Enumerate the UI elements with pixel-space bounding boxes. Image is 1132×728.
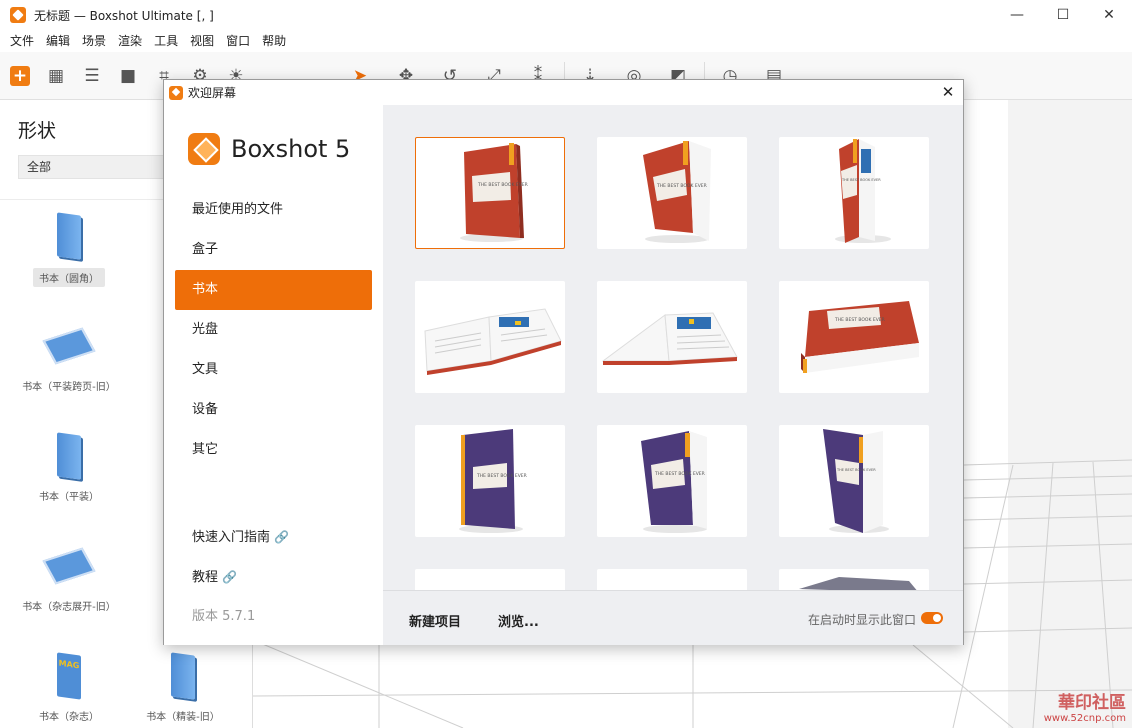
template-gallery: THE BEST BOOK EVER THE BEST BOOK EVER TH…	[383, 105, 963, 645]
shape-item[interactable]: 书本（精装-旧）	[128, 650, 238, 723]
nav-books[interactable]: 书本	[175, 270, 372, 310]
shape-item[interactable]: 书本（杂志展开-旧）	[14, 540, 124, 613]
shape-item[interactable]: 书本（平装）	[14, 430, 124, 503]
cover-text: THE BEST BOOK EVER	[477, 182, 528, 188]
app-logo-icon	[10, 7, 26, 23]
tutorials-link[interactable]: 教程 🔗	[192, 566, 237, 585]
dialog-titlebar: 欢迎屏幕 ✕	[164, 80, 963, 105]
book-rounded-icon	[49, 210, 89, 262]
nav-discs[interactable]: 光盘	[175, 310, 372, 350]
nav-recent-files[interactable]: 最近使用的文件	[175, 190, 372, 230]
show-on-startup-label: 在启动时显示此窗口	[807, 613, 916, 627]
book-red-angle-icon: THE BEST BOOK EVER	[643, 141, 711, 243]
watermark-url: www.52cnp.com	[1043, 713, 1126, 724]
template-tile[interactable]: THE BEST BOOK EVER	[415, 425, 565, 537]
menu-file[interactable]: 文件	[4, 30, 40, 52]
cover-text: THE BEST BOOK EVER	[834, 317, 885, 323]
dialog-logo-icon	[169, 85, 183, 100]
template-tile[interactable]	[415, 281, 565, 393]
shape-item[interactable]: MAG 书本（杂志）	[14, 650, 124, 723]
nav-devices[interactable]: 设备	[175, 390, 372, 430]
brand-name: Boxshot 5	[231, 135, 351, 163]
book-paperback-icon	[49, 430, 89, 482]
menu-bar: 文件 编辑 场景 渲染 工具 视图 窗口 帮助	[0, 30, 1132, 52]
book-open-spread-icon	[424, 308, 562, 375]
watermark-name: 華印社區	[1058, 693, 1126, 713]
menu-tools[interactable]: 工具	[148, 30, 184, 52]
book-hardcover-icon	[163, 650, 203, 702]
link-icon: 🔗	[274, 530, 289, 544]
dialog-close-button[interactable]: ✕	[939, 83, 957, 101]
book-purple-front-icon: THE BEST BOOK EVER	[459, 429, 527, 533]
menu-render[interactable]: 渲染	[112, 30, 148, 52]
shape-item[interactable]: 书本（圆角）	[14, 210, 124, 287]
browse-button[interactable]: 浏览...	[498, 611, 539, 630]
show-on-startup-toggle[interactable]	[921, 612, 943, 624]
quick-start-link[interactable]: 快速入门指南 🔗	[192, 526, 289, 545]
book-red-open-icon: THE BEST BOOK EVER	[835, 139, 891, 243]
magazine-spread-icon	[42, 540, 96, 592]
watermark: 華印社區 www.52cnp.com	[1044, 688, 1126, 724]
menu-view[interactable]: 视图	[184, 30, 220, 52]
window-title: 无标题 — Boxshot Ultimate [, ]	[34, 8, 214, 23]
cover-text: THE BEST BOOK EVER	[656, 183, 707, 189]
link-label: 快速入门指南	[192, 530, 271, 545]
cover-text: THE BEST BOOK EVER	[836, 468, 876, 472]
camera-icon[interactable]: ■	[118, 66, 138, 86]
cover-text: THE BEST BOOK EVER	[476, 473, 527, 479]
shape-label: 书本（精装-旧）	[146, 712, 220, 723]
book-spread-icon	[42, 320, 96, 372]
shape-label: 书本（圆角）	[33, 268, 105, 287]
shape-item[interactable]: 书本（平装跨页-旧）	[14, 320, 124, 393]
brand: Boxshot 5	[188, 133, 350, 165]
new-project-button[interactable]: 新建项目	[409, 611, 461, 630]
panel-title: 形状	[18, 120, 57, 142]
nav-boxes[interactable]: 盒子	[175, 230, 372, 270]
maximize-button[interactable]: ☐	[1040, 0, 1086, 30]
grid-icon[interactable]: ▦	[46, 66, 66, 86]
window-titlebar: 无标题 — Boxshot Ultimate [, ] — ☐ ✕	[0, 0, 1132, 30]
book-open-spread-2-icon	[601, 312, 738, 365]
menu-window[interactable]: 窗口	[220, 30, 256, 52]
template-tile[interactable]	[597, 281, 747, 393]
window-controls: — ☐ ✕	[994, 0, 1132, 30]
dialog-title: 欢迎屏幕	[188, 86, 237, 100]
dialog-sidebar: Boxshot 5 最近使用的文件 盒子 书本 光盘 文具 设备 其它 快速入门…	[164, 105, 383, 645]
shape-label: 书本（杂志展开-旧）	[22, 602, 116, 613]
template-tile[interactable]: THE BEST BOOK EVER	[779, 425, 929, 537]
link-label: 教程	[192, 570, 219, 585]
list-icon[interactable]: ☰	[82, 66, 102, 86]
template-tile[interactable]: THE BEST BOOK EVER	[779, 137, 929, 249]
close-button[interactable]: ✕	[1086, 0, 1132, 30]
menu-help[interactable]: 帮助	[256, 30, 292, 52]
dialog-footer: 新建项目 浏览... 在启动时显示此窗口	[383, 590, 963, 645]
template-tile[interactable]: THE BEST BOOK EVER	[597, 425, 747, 537]
book-purple-angle-icon: THE BEST BOOK EVER	[641, 431, 707, 533]
nav-other[interactable]: 其它	[175, 430, 372, 470]
book-red-front-icon: THE BEST BOOK EVER	[460, 143, 528, 242]
book-red-lying-icon: THE BEST BOOK EVER	[801, 301, 919, 373]
boxshot-logo-icon	[188, 133, 220, 165]
minimize-button[interactable]: —	[994, 0, 1040, 30]
shape-label: 书本（平装）	[39, 492, 99, 503]
menu-edit[interactable]: 编辑	[40, 30, 76, 52]
cover-text: THE BEST BOOK EVER	[841, 178, 881, 182]
magazine-icon: MAG	[49, 650, 89, 702]
template-tile[interactable]: THE BEST BOOK EVER	[779, 281, 929, 393]
shape-label: 书本（平装跨页-旧）	[22, 382, 116, 393]
template-tile[interactable]: THE BEST BOOK EVER	[415, 137, 565, 249]
cover-text: THE BEST BOOK EVER	[654, 471, 705, 477]
nav-stationery[interactable]: 文具	[175, 350, 372, 390]
version-label: 版本 5.7.1	[192, 609, 256, 624]
add-icon[interactable]: +	[10, 66, 30, 86]
template-tile[interactable]: THE BEST BOOK EVER	[597, 137, 747, 249]
book-purple-side-icon: THE BEST BOOK EVER	[823, 429, 889, 533]
link-icon: 🔗	[222, 570, 237, 584]
shape-label: 书本（杂志）	[39, 712, 99, 723]
menu-scene[interactable]: 场景	[76, 30, 112, 52]
welcome-dialog: 欢迎屏幕 ✕ Boxshot 5 最近使用的文件 盒子 书本 光盘 文具 设备 …	[163, 79, 964, 645]
